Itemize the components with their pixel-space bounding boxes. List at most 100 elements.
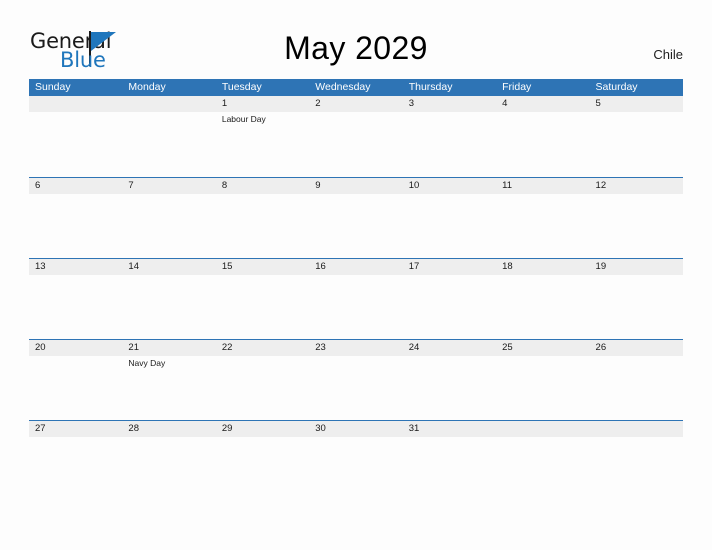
day-cell[interactable]: 22 (216, 340, 309, 421)
day-cell-empty (496, 421, 589, 502)
day-cell[interactable]: 15 (216, 259, 309, 340)
day-cell[interactable]: 1 Labour Day (216, 96, 309, 177)
day-cell[interactable]: 5 (590, 96, 683, 177)
day-number: 19 (595, 261, 607, 272)
calendar-week-row: 1 Labour Day 2 3 4 5 (29, 96, 683, 177)
day-events (315, 356, 402, 357)
day-number: 4 (502, 98, 508, 109)
day-cell[interactable]: 3 (403, 96, 496, 177)
week-cells: 1 Labour Day 2 3 4 5 (29, 96, 683, 177)
day-cell-empty (122, 96, 215, 177)
day-cell[interactable]: 31 (403, 421, 496, 502)
day-number: 5 (595, 98, 601, 109)
day-cell[interactable]: 30 (309, 421, 402, 502)
day-number: 12 (595, 180, 607, 191)
day-events (502, 437, 589, 438)
day-cell[interactable]: 13 (29, 259, 122, 340)
day-number: 11 (502, 180, 512, 191)
day-number: 7 (128, 180, 134, 191)
day-cell[interactable]: 25 (496, 340, 589, 421)
calendar-grid: Sunday Monday Tuesday Wednesday Thursday Frid… (29, 79, 683, 501)
day-events (409, 194, 496, 195)
day-events (222, 356, 309, 357)
day-events (35, 437, 122, 438)
calendar-week-row: 27 28 29 30 31 (29, 420, 683, 501)
weekday-header-sunday: Sunday (35, 81, 71, 93)
day-cell[interactable]: 7 (122, 178, 215, 259)
day-events (128, 437, 215, 438)
day-events (35, 356, 122, 357)
day-number: 9 (315, 180, 321, 191)
day-cell[interactable]: 8 (216, 178, 309, 259)
day-cell[interactable]: 21 Navy Day (122, 340, 215, 421)
calendar-weeks: 1 Labour Day 2 3 4 5 6 7 8 9 10 11 12 13 14 15 16 17 18 19 2… (29, 96, 683, 501)
day-events (596, 275, 683, 276)
day-cell[interactable]: 6 (29, 178, 122, 259)
day-cell[interactable]: 4 (496, 96, 589, 177)
day-number: 21 (128, 342, 139, 353)
day-cell[interactable]: 20 (29, 340, 122, 421)
day-events (596, 356, 683, 357)
day-events (315, 275, 402, 276)
weekday-header-thursday: Thursday (408, 81, 453, 93)
day-cell[interactable]: 24 (403, 340, 496, 421)
day-cell[interactable]: 17 (403, 259, 496, 340)
day-number: 17 (408, 261, 420, 272)
holiday-event: Navy Day (128, 358, 166, 368)
day-events (222, 275, 309, 276)
day-number (35, 96, 122, 112)
page-title: May 2029 (284, 30, 428, 66)
day-cell[interactable]: 10 (403, 178, 496, 259)
day-cell[interactable]: 19 (590, 259, 683, 340)
weekday-header-monday: Monday (128, 81, 166, 93)
day-events (409, 112, 496, 113)
day-events (596, 112, 683, 113)
day-events (502, 275, 589, 276)
week-cells: 27 28 29 30 31 (29, 421, 683, 502)
day-events (222, 437, 309, 438)
day-cell[interactable]: 16 (309, 259, 402, 340)
day-cell[interactable]: 27 (29, 421, 122, 502)
day-events (222, 194, 309, 195)
weekday-header-tuesday: Tuesday (221, 81, 262, 93)
day-number: 20 (35, 342, 46, 353)
day-events (35, 194, 122, 195)
day-events (596, 194, 683, 195)
country-label: Chile (653, 47, 683, 62)
day-events (128, 194, 215, 195)
day-number: 18 (502, 261, 513, 272)
day-number: 6 (35, 180, 41, 191)
day-events (409, 437, 496, 438)
week-cells: 20 21 Navy Day 22 23 24 25 26 (29, 340, 683, 421)
day-events (315, 437, 402, 438)
day-events (315, 112, 402, 113)
day-cell[interactable]: 12 (590, 178, 683, 259)
calendar-week-row: 13 14 15 16 17 18 19 (29, 258, 683, 339)
day-events (128, 275, 215, 276)
day-number: 27 (35, 423, 46, 434)
day-events: Labour Day (222, 112, 309, 125)
day-cell[interactable]: 23 (309, 340, 402, 421)
weekday-header-saturday: Saturday (595, 81, 638, 93)
week-cells: 6 7 8 9 10 11 12 (29, 178, 683, 259)
weekday-header-row: Sunday Monday Tuesday Wednesday Thursday Frid… (29, 79, 683, 96)
day-number: 16 (315, 261, 326, 272)
day-cell[interactable]: 28 (122, 421, 215, 502)
day-cell[interactable]: 11 (496, 178, 589, 259)
day-cell[interactable]: 2 (309, 96, 402, 177)
day-cell[interactable]: 14 (122, 259, 215, 340)
day-number: 26 (595, 342, 607, 353)
day-events (35, 275, 122, 276)
day-number: 31 (408, 423, 420, 434)
day-cell[interactable]: 26 (590, 340, 683, 421)
day-number: 14 (128, 261, 139, 272)
day-cell[interactable]: 9 (309, 178, 402, 259)
day-number: 23 (315, 342, 326, 353)
day-number: 24 (408, 342, 420, 353)
day-cell[interactable]: 29 (216, 421, 309, 502)
day-cell[interactable]: 18 (496, 259, 589, 340)
day-number: 28 (128, 423, 139, 434)
holiday-event: Labour Day (221, 114, 266, 124)
day-number: 2 (315, 98, 321, 109)
day-number: 15 (221, 261, 233, 272)
